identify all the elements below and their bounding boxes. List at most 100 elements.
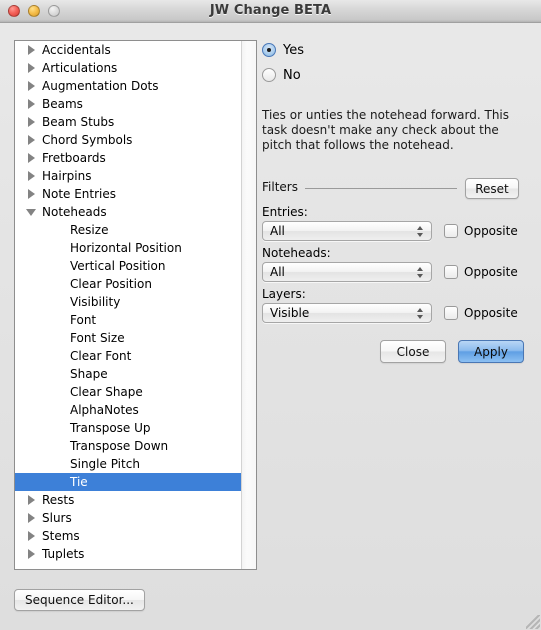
- chevron-right-icon[interactable]: [25, 77, 37, 95]
- chevron-right-icon[interactable]: [25, 167, 37, 185]
- tree-item-fretboards[interactable]: Fretboards: [15, 149, 243, 167]
- radio-option-yes[interactable]: Yes: [262, 40, 532, 60]
- chevron-right-icon[interactable]: [25, 545, 37, 563]
- tree-item-rests[interactable]: Rests: [15, 491, 243, 509]
- tree-item-label: Visibility: [70, 295, 121, 309]
- title-bar: JW Change BETA: [0, 0, 541, 23]
- opposite-label: Opposite: [464, 265, 518, 279]
- tree-item-transpose-up[interactable]: Transpose Up: [15, 419, 243, 437]
- chevron-right-icon[interactable]: [25, 113, 37, 131]
- opposite-label: Opposite: [464, 224, 518, 238]
- tree-item-transpose-down[interactable]: Transpose Down: [15, 437, 243, 455]
- tree-item-shape[interactable]: Shape: [15, 365, 243, 383]
- filter-select-value: All: [270, 224, 285, 238]
- task-tree-panel: Accidentals Articulations Augmentation Dot…: [14, 40, 257, 570]
- tree-item-augmentation-dots[interactable]: Augmentation Dots: [15, 77, 243, 95]
- tree-vertical-scrollbar[interactable]: [241, 41, 256, 569]
- checkbox-icon[interactable]: [444, 306, 458, 320]
- tree-item-label: Chord Symbols: [42, 133, 133, 147]
- tree-item-stems[interactable]: Stems: [15, 527, 243, 545]
- tree-item-label: Clear Font: [70, 349, 132, 363]
- tree-item-label: Clear Position: [70, 277, 152, 291]
- apply-button[interactable]: Apply: [458, 340, 524, 363]
- chevron-right-icon[interactable]: [25, 509, 37, 527]
- chevron-right-icon[interactable]: [25, 527, 37, 545]
- filter-select-entries[interactable]: All: [262, 221, 432, 241]
- filter-group-noteheads: Noteheads: All Opposite: [262, 246, 532, 282]
- task-description: Ties or unties the notehead forward. Thi…: [262, 108, 510, 152]
- filters-section: Filters Reset Entries: All Opposite Notehea…: [262, 178, 532, 323]
- jw-change-window: JW Change BETA Accidentals Articulations A…: [0, 0, 541, 630]
- radio-option-no[interactable]: No: [262, 65, 532, 85]
- close-dialog-button[interactable]: Close: [380, 340, 446, 363]
- filter-line-noteheads: All Opposite: [262, 262, 532, 282]
- chevron-right-icon[interactable]: [25, 491, 37, 509]
- filter-group-layers: Layers: Visible Opposite: [262, 287, 532, 323]
- chevron-right-icon[interactable]: [25, 185, 37, 203]
- tree-item-font[interactable]: Font: [15, 311, 243, 329]
- filter-label-entries: Entries:: [262, 205, 308, 219]
- chevron-right-icon[interactable]: [25, 95, 37, 113]
- tree-item-tuplets[interactable]: Tuplets: [15, 545, 243, 563]
- tree-item-label: Fretboards: [42, 151, 106, 165]
- filter-line-layers: Visible Opposite: [262, 303, 532, 323]
- tree-item-beams[interactable]: Beams: [15, 95, 243, 113]
- options-pane: Yes No Ties or unties the notehead forwa…: [262, 40, 532, 380]
- tree-item-label: Transpose Down: [70, 439, 169, 453]
- tree-item-label: Shape: [70, 367, 108, 381]
- tree-item-vertical-position[interactable]: Vertical Position: [15, 257, 243, 275]
- tree-item-resize[interactable]: Resize: [15, 221, 243, 239]
- filter-label-noteheads: Noteheads:: [262, 246, 331, 260]
- tree-item-label: Tuplets: [42, 547, 85, 561]
- filters-header: Filters Reset: [262, 178, 532, 200]
- chevron-right-icon[interactable]: [25, 41, 37, 59]
- checkbox-icon[interactable]: [444, 265, 458, 279]
- tree-item-label: Accidentals: [42, 43, 111, 57]
- opposite-checkbox-noteheads[interactable]: Opposite: [444, 265, 518, 279]
- tree-item-label: Resize: [70, 223, 109, 237]
- tree-item-articulations[interactable]: Articulations: [15, 59, 243, 77]
- task-tree[interactable]: Accidentals Articulations Augmentation Dot…: [15, 41, 243, 569]
- tree-item-chord-symbols[interactable]: Chord Symbols: [15, 131, 243, 149]
- tree-item-label: Horizontal Position: [70, 241, 182, 255]
- tree-item-visibility[interactable]: Visibility: [15, 293, 243, 311]
- tree-item-label: Vertical Position: [70, 259, 166, 273]
- tree-item-noteheads[interactable]: Noteheads: [15, 203, 243, 221]
- tree-item-font-size[interactable]: Font Size: [15, 329, 243, 347]
- sequence-editor-button[interactable]: Sequence Editor...: [14, 589, 145, 611]
- chevron-right-icon[interactable]: [25, 149, 37, 167]
- tree-item-clear-shape[interactable]: Clear Shape: [15, 383, 243, 401]
- tree-item-label: Font: [70, 313, 97, 327]
- resize-grip-icon[interactable]: [526, 615, 540, 629]
- tree-item-label: Clear Shape: [70, 385, 143, 399]
- tree-item-label: Beam Stubs: [42, 115, 115, 129]
- tree-item-single-pitch[interactable]: Single Pitch: [15, 455, 243, 473]
- chevron-down-icon[interactable]: [25, 203, 37, 221]
- tree-item-tie[interactable]: Tie: [15, 473, 243, 491]
- filters-divider: [305, 188, 457, 189]
- tree-item-beam-stubs[interactable]: Beam Stubs: [15, 113, 243, 131]
- tree-item-hairpins[interactable]: Hairpins: [15, 167, 243, 185]
- radio-no-icon[interactable]: [262, 68, 276, 82]
- chevron-right-icon[interactable]: [25, 131, 37, 149]
- radio-no-label: No: [283, 67, 301, 83]
- chevron-right-icon[interactable]: [25, 59, 37, 77]
- tree-item-label: Beams: [42, 97, 83, 111]
- reset-button[interactable]: Reset: [465, 178, 519, 199]
- checkbox-icon[interactable]: [444, 224, 458, 238]
- filter-label-layers: Layers:: [262, 287, 306, 301]
- tree-item-accidentals[interactable]: Accidentals: [15, 41, 243, 59]
- filter-select-noteheads[interactable]: All: [262, 262, 432, 282]
- tree-item-clear-font[interactable]: Clear Font: [15, 347, 243, 365]
- filter-select-layers[interactable]: Visible: [262, 303, 432, 323]
- tree-item-label: Single Pitch: [70, 457, 140, 471]
- tree-item-label: Augmentation Dots: [42, 79, 159, 93]
- radio-yes-icon[interactable]: [262, 43, 276, 57]
- tree-item-clear-position[interactable]: Clear Position: [15, 275, 243, 293]
- tree-item-note-entries[interactable]: Note Entries: [15, 185, 243, 203]
- tree-item-slurs[interactable]: Slurs: [15, 509, 243, 527]
- tree-item-horizontal-position[interactable]: Horizontal Position: [15, 239, 243, 257]
- tree-item-alphanotes[interactable]: AlphaNotes: [15, 401, 243, 419]
- opposite-checkbox-layers[interactable]: Opposite: [444, 306, 518, 320]
- opposite-checkbox-entries[interactable]: Opposite: [444, 224, 518, 238]
